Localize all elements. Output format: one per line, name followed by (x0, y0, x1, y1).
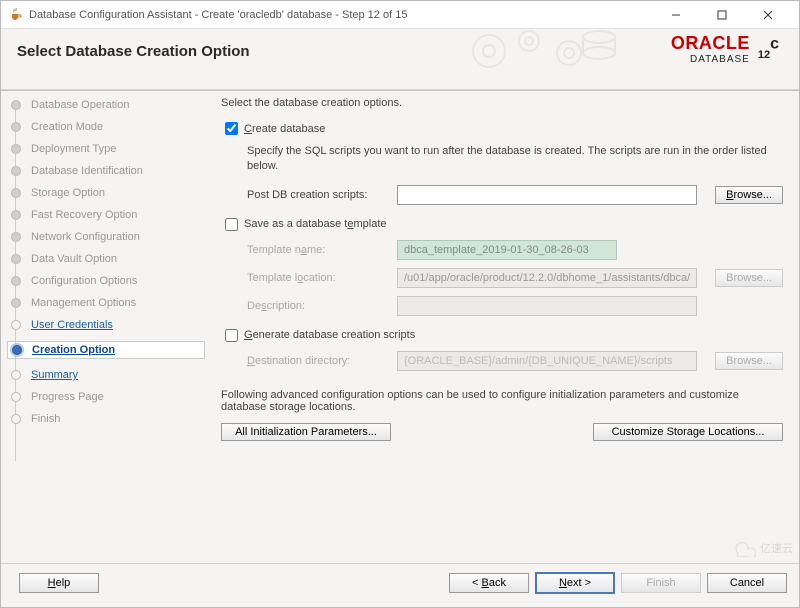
step-storage-option[interactable]: Storage Option (11, 187, 205, 199)
customize-storage-button[interactable]: Customize Storage Locations... (593, 423, 783, 441)
template-description-input (397, 296, 697, 316)
brand-database: DATABASE (671, 54, 750, 65)
generate-scripts-checkbox-row: Generate database creation scripts (221, 326, 783, 345)
save-template-checkbox-row: Save as a database template (221, 215, 783, 234)
post-scripts-label: Post DB creation scripts: (247, 189, 397, 201)
step-user-credentials[interactable]: User Credentials (11, 319, 205, 331)
gears-decoration-icon (459, 23, 619, 80)
post-scripts-browse-button[interactable]: Browse... (715, 186, 783, 204)
close-button[interactable] (745, 1, 791, 29)
all-init-parameters-button[interactable]: All Initialization Parameters... (221, 423, 391, 441)
wizard-sidebar: Database Operation Creation Mode Deploym… (1, 85, 211, 561)
header: Select Database Creation Option ORACLE D… (1, 29, 799, 83)
step-network-configuration[interactable]: Network Configuration (11, 231, 205, 243)
main-panel: Select the database creation options. Cr… (211, 85, 799, 561)
help-button[interactable]: Help (19, 573, 99, 593)
step-creation-option[interactable]: Creation Option (7, 341, 205, 359)
footer: Help < Back Next > Finish Cancel (1, 563, 799, 601)
template-name-input (397, 240, 617, 260)
template-location-browse-button: Browse... (715, 269, 783, 287)
step-management-options[interactable]: Management Options (11, 297, 205, 309)
create-database-label: Create database (244, 123, 325, 135)
step-configuration-options[interactable]: Configuration Options (11, 275, 205, 287)
save-template-label: Save as a database template (244, 218, 387, 230)
template-location-input (397, 268, 697, 288)
create-database-desc: Specify the SQL scripts you want to run … (247, 144, 783, 175)
step-data-vault-option[interactable]: Data Vault Option (11, 253, 205, 265)
create-database-checkbox-row: Create database (221, 119, 783, 138)
template-location-label: Template location: (247, 272, 397, 284)
minimize-button[interactable] (653, 1, 699, 29)
next-button[interactable]: Next > (535, 572, 615, 594)
cancel-button[interactable]: Cancel (707, 573, 787, 593)
maximize-button[interactable] (699, 1, 745, 29)
step-finish: Finish (11, 413, 205, 425)
step-summary[interactable]: Summary (11, 369, 205, 381)
template-description-label: Description: (247, 300, 397, 312)
destination-directory-label: Destination directory: (247, 355, 397, 367)
create-database-checkbox[interactable] (225, 122, 238, 135)
java-cup-icon (9, 8, 23, 22)
brand-version: 12c (758, 34, 779, 65)
step-deployment-type[interactable]: Deployment Type (11, 143, 205, 155)
intro-text: Select the database creation options. (221, 97, 783, 109)
oracle-brand: ORACLE DATABASE 12c (671, 33, 779, 65)
destination-directory-input (397, 351, 697, 371)
step-database-identification[interactable]: Database Identification (11, 165, 205, 177)
destination-browse-button: Browse... (715, 352, 783, 370)
step-fast-recovery-option[interactable]: Fast Recovery Option (11, 209, 205, 221)
step-database-operation[interactable]: Database Operation (11, 99, 205, 111)
post-scripts-input[interactable] (397, 185, 697, 205)
generate-scripts-label: Generate database creation scripts (244, 329, 415, 341)
dbca-window: Database Configuration Assistant - Creat… (0, 0, 800, 608)
page-title: Select Database Creation Option (17, 43, 783, 60)
step-progress-page: Progress Page (11, 391, 205, 403)
titlebar: Database Configuration Assistant - Creat… (1, 1, 799, 29)
advanced-desc: Following advanced configuration options… (221, 389, 783, 413)
window-title: Database Configuration Assistant - Creat… (29, 9, 653, 21)
template-name-label: Template name: (247, 244, 397, 256)
finish-button: Finish (621, 573, 701, 593)
step-creation-mode[interactable]: Creation Mode (11, 121, 205, 133)
brand-oracle: ORACLE (671, 33, 750, 54)
back-button[interactable]: < Back (449, 573, 529, 593)
generate-scripts-checkbox[interactable] (225, 329, 238, 342)
save-template-checkbox[interactable] (225, 218, 238, 231)
